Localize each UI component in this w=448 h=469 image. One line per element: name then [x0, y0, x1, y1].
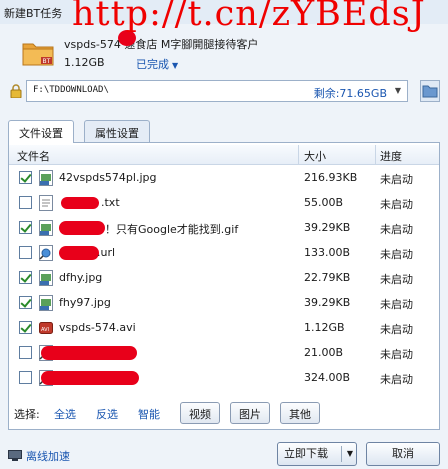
lock-icon	[10, 84, 22, 98]
redaction-scribble	[59, 246, 99, 260]
settings-tabs: 文件设置 属性设置	[8, 120, 440, 143]
file-name: 42vspds574pl.jpg	[59, 171, 157, 184]
row-checkbox[interactable]	[19, 196, 32, 209]
table-row[interactable]: .url 133.00B 未启动	[9, 241, 439, 265]
url-file-icon	[39, 245, 53, 261]
browse-folder-button[interactable]	[420, 80, 440, 102]
row-checkbox[interactable]	[19, 371, 32, 384]
table-row[interactable]: 42vspds574pl.jpg 216.93KB 未启动	[9, 166, 439, 190]
file-name: .url	[97, 246, 116, 259]
smart-select-link[interactable]: 智能	[138, 406, 160, 422]
offline-accelerate-link[interactable]: 离线加速	[26, 448, 70, 464]
file-name: .txt	[101, 196, 120, 209]
svg-text:BT: BT	[43, 58, 51, 65]
invert-selection-link[interactable]: 反选	[96, 406, 118, 422]
dialog-footer: 离线加速 立即下载 ▼ 取消	[0, 436, 448, 469]
column-header-name[interactable]: 文件名	[17, 148, 50, 164]
row-checkbox[interactable]	[19, 321, 32, 334]
download-now-label: 立即下载	[284, 447, 328, 460]
file-status: 未启动	[380, 323, 413, 336]
redaction-scribble	[61, 197, 99, 209]
filter-image-button[interactable]: 图片	[230, 402, 270, 424]
table-row[interactable]: AVI vspds-574.avi 1.12GB 未启动	[9, 316, 439, 340]
column-divider[interactable]	[298, 145, 299, 165]
svg-text:AVI: AVI	[41, 327, 49, 333]
save-path-input[interactable]: F:\TDDOWNLOAD\ 剩余:71.65GB ▼	[26, 80, 408, 102]
table-row[interactable]: 21.00B 未启动	[9, 341, 439, 365]
file-status: 未启动	[380, 248, 413, 261]
file-size: 39.29KB	[304, 221, 351, 234]
row-checkbox[interactable]	[19, 221, 32, 234]
txt-file-icon	[39, 195, 53, 211]
save-path-value: F:\TDDOWNLOAD\	[33, 85, 109, 95]
file-status: 未启动	[380, 348, 413, 361]
filter-video-button[interactable]: 视频	[180, 402, 220, 424]
cancel-button[interactable]: 取消	[366, 442, 440, 466]
table-row[interactable]: 324.00B 未启动	[9, 366, 439, 390]
row-checkbox[interactable]	[19, 171, 32, 184]
jpg-file-icon	[39, 270, 53, 286]
chevron-down-icon[interactable]: ▼	[347, 443, 353, 465]
offline-accelerate-icon	[8, 450, 22, 461]
jpg-file-icon	[39, 295, 53, 311]
table-row[interactable]: ！只有Google才能找到.gif 39.29KB 未启动	[9, 216, 439, 240]
task-size: 1.12GB	[64, 56, 105, 69]
avi-file-icon: AVI	[39, 322, 53, 334]
redaction-scribble	[41, 371, 139, 385]
row-checkbox[interactable]	[19, 296, 32, 309]
file-name: vspds-574.avi	[59, 321, 136, 334]
tab-property-settings[interactable]: 属性设置	[84, 120, 150, 142]
row-checkbox[interactable]	[19, 271, 32, 284]
file-name: ！只有Google才能找到.gif	[105, 223, 239, 236]
row-checkbox[interactable]	[19, 246, 32, 259]
file-status: 未启动	[380, 173, 413, 186]
file-list-panel: 文件名 大小 进度 42vspds574pl.jpg 216.93KB 未启动 …	[8, 142, 440, 430]
redaction-scribble	[59, 221, 105, 235]
file-name: fhy97.jpg	[59, 296, 111, 309]
column-header-size[interactable]: 大小	[304, 148, 326, 164]
button-divider	[341, 446, 342, 462]
column-header-status[interactable]: 进度	[380, 148, 402, 164]
filter-label: 选择:	[14, 408, 40, 421]
column-divider[interactable]	[375, 145, 376, 165]
table-row[interactable]: dfhy.jpg 22.79KB 未启动	[9, 266, 439, 290]
watermark-url: http://t.cn/zYBEdsJ	[72, 0, 426, 34]
select-all-link[interactable]: 全选	[54, 406, 76, 422]
file-status: 未启动	[380, 273, 413, 286]
save-path-bar: F:\TDDOWNLOAD\ 剩余:71.65GB ▼	[8, 80, 440, 102]
file-size: 21.00B	[304, 346, 344, 359]
row-checkbox[interactable]	[19, 346, 32, 359]
chevron-down-icon[interactable]: ▼	[391, 84, 405, 98]
chevron-down-icon: ▼	[172, 61, 179, 70]
file-size: 22.79KB	[304, 271, 351, 284]
tab-file-settings[interactable]: 文件设置	[8, 120, 74, 143]
table-header: 文件名 大小 进度	[9, 145, 439, 165]
file-size: 1.12GB	[304, 321, 345, 334]
file-status: 未启动	[380, 223, 413, 236]
bt-folder-icon: BT	[22, 43, 54, 66]
filter-other-button[interactable]: 其他	[280, 402, 320, 424]
file-status: 未启动	[380, 198, 413, 211]
file-size: 39.29KB	[304, 296, 351, 309]
file-filter-bar: 选择: 全选 反选 智能 视频 图片 其他	[8, 402, 440, 424]
file-size: 133.00B	[304, 246, 351, 259]
window-title: 新建BT任务	[4, 7, 63, 20]
file-status: 未启动	[380, 298, 413, 311]
free-space-label: 剩余:71.65GB	[313, 87, 387, 100]
file-name: dfhy.jpg	[59, 271, 103, 284]
file-size: 55.00B	[304, 196, 344, 209]
task-name: vspds-574 速食店 M字腳開腿接待客户	[64, 38, 259, 51]
task-status-dropdown[interactable]: 已完成 ▼	[136, 56, 178, 72]
file-size: 324.00B	[304, 371, 351, 384]
file-status: 未启动	[380, 373, 413, 386]
jpg-file-icon	[39, 170, 53, 186]
file-size: 216.93KB	[304, 171, 358, 184]
folder-icon	[422, 85, 438, 98]
table-row[interactable]: fhy97.jpg 39.29KB 未启动	[9, 291, 439, 315]
table-row[interactable]: .txt 55.00B 未启动	[9, 191, 439, 215]
gif-file-icon	[39, 220, 53, 236]
download-now-button[interactable]: 立即下载 ▼	[277, 442, 357, 466]
redaction-scribble	[41, 346, 137, 360]
